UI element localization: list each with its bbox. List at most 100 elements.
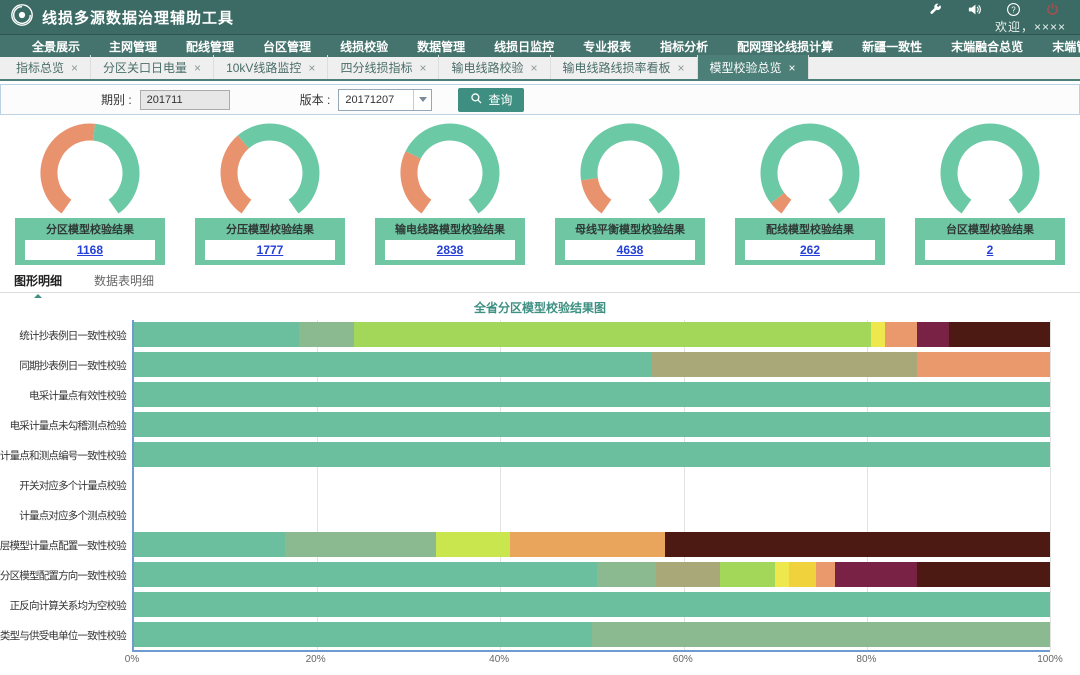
bar-segment (949, 322, 1050, 347)
donut-label: 输电线路模型校验结果 (375, 221, 525, 237)
nav-item-10[interactable]: 新疆一致性 (862, 38, 922, 55)
main-nav: 全景展示 主网管理 配线管理 台区管理 线损校验 数据管理 线损日监控 专业报表 指标分析 配网理… (0, 34, 1080, 57)
stacked-bar (134, 412, 1050, 437)
stacked-bar (134, 592, 1050, 617)
donut-value-box: 1168 (25, 240, 155, 260)
gauge-chart (209, 120, 331, 220)
doc-tab-5[interactable]: 输电线路线损率看板× (551, 55, 698, 79)
category-label: 关口类型与供受电单位一致性校验 (0, 620, 132, 650)
bar-segment (134, 562, 597, 587)
donut-value-box: 262 (745, 240, 875, 260)
stacked-bar (134, 562, 1050, 587)
nav-item-4[interactable]: 线损校验 (340, 38, 388, 55)
donut-label-band: 台区模型校验结果 2 (915, 218, 1065, 265)
close-icon[interactable]: × (71, 61, 78, 75)
category-label: 电采计量点和测点编号一致性校验 (0, 440, 132, 470)
nav-item-3[interactable]: 台区管理 (263, 38, 311, 55)
bar-segment (134, 532, 285, 557)
close-icon[interactable]: × (789, 61, 796, 75)
doc-tab-2[interactable]: 10kV线路监控 × (214, 55, 328, 79)
stacked-bar (134, 532, 1050, 557)
nav-item-5[interactable]: 数据管理 (417, 38, 465, 55)
close-icon[interactable]: × (419, 61, 426, 75)
donut-value-link[interactable]: 2838 (437, 243, 464, 257)
close-icon[interactable]: × (678, 61, 685, 75)
chart-category-axis: 统计抄表例日一致性校验同期抄表例日一致性校验电采计量点有效性校验电采计量点未勾稽… (0, 320, 132, 652)
search-button[interactable]: 查询 (458, 88, 524, 112)
donut-label: 台区模型校验结果 (915, 221, 1065, 237)
bar-segment (134, 352, 652, 377)
donut-value-link[interactable]: 262 (800, 243, 820, 257)
bar-row-3 (134, 410, 1050, 440)
bar-segment (510, 532, 666, 557)
category-label: 开关对应多个计量点校验 (0, 470, 132, 500)
power-icon[interactable] (1045, 2, 1060, 17)
donut-cell-2: 输电线路模型校验结果 2838 (360, 120, 540, 265)
nav-item-8[interactable]: 指标分析 (660, 38, 708, 55)
bar-segment (835, 562, 917, 587)
bar-segment (134, 622, 592, 647)
doc-tab-6[interactable]: 模型校验总览 × (698, 55, 809, 79)
stacked-bar (134, 322, 1050, 347)
bar-row-8 (134, 560, 1050, 590)
bar-row-10 (134, 620, 1050, 650)
detail-tab-0[interactable]: 图形明细 (12, 268, 64, 293)
bar-row-1 (134, 350, 1050, 380)
period-input[interactable] (140, 90, 230, 110)
donut-label: 配线模型校验结果 (735, 221, 885, 237)
nav-item-1[interactable]: 主网管理 (109, 38, 157, 55)
nav-item-2[interactable]: 配线管理 (186, 38, 234, 55)
main-nav-items: 全景展示 主网管理 配线管理 台区管理 线损校验 数据管理 线损日监控 专业报表 指标分析 配网理… (0, 38, 1080, 55)
doc-tab-label: 四分线损指标 (340, 59, 412, 76)
bar-segment (775, 562, 789, 587)
search-icon (470, 92, 483, 108)
x-tick-label: 0% (125, 654, 139, 665)
donut-value-link[interactable]: 2 (987, 243, 994, 257)
bar-row-7 (134, 530, 1050, 560)
doc-tab-4[interactable]: 输电线路校验× (439, 55, 550, 79)
bar-row-9 (134, 590, 1050, 620)
help-icon[interactable]: ? (1006, 2, 1021, 17)
close-icon[interactable]: × (308, 61, 315, 75)
x-tick-label: 40% (489, 654, 509, 665)
chart-x-axis: 0%20%40%60%80%100% (132, 652, 1050, 667)
app-header: 线损多源数据治理辅助工具 ? 欢迎，×××× (0, 0, 1080, 34)
bar-segment (134, 382, 1050, 407)
doc-tab-0[interactable]: 指标总览× (4, 55, 91, 79)
bar-segment (885, 322, 917, 347)
stacked-bar (134, 382, 1050, 407)
donut-value-link[interactable]: 1168 (77, 243, 103, 257)
detail-tabs: 图形明细 数据表明细 (0, 269, 1080, 293)
nav-item-12[interactable]: 末端管理指标 (1052, 38, 1080, 55)
chart-legend: 国网天津市电力公司国网天津城南公司国网天津城西公司国网天津东丽公司国网天津宝坻公… (0, 667, 1050, 675)
donut-value-link[interactable]: 4638 (617, 243, 644, 257)
donut-value-box: 4638 (565, 240, 695, 260)
bar-segment (592, 622, 1050, 647)
version-select[interactable]: 20171207 (338, 89, 432, 111)
detail-tab-1[interactable]: 数据表明细 (92, 268, 156, 293)
nav-item-6[interactable]: 线损日监控 (494, 38, 554, 55)
doc-tab-label: 模型校验总览 (710, 59, 782, 76)
close-icon[interactable]: × (194, 61, 201, 75)
donut-label: 分压模型校验结果 (195, 221, 345, 237)
wrench-icon[interactable] (928, 2, 943, 17)
nav-item-7[interactable]: 专业报表 (583, 38, 631, 55)
donut-value-link[interactable]: 1777 (257, 243, 284, 257)
donut-cell-4: 配线模型校验结果 262 (720, 120, 900, 265)
bar-row-4 (134, 440, 1050, 470)
nav-item-11[interactable]: 末端融合总览 (951, 38, 1023, 55)
gauge-chart (569, 120, 691, 220)
stacked-bar (134, 622, 1050, 647)
nav-item-9[interactable]: 配网理论线损计算 (737, 38, 833, 55)
bar-segment (816, 562, 834, 587)
x-tick-label: 20% (306, 654, 326, 665)
close-icon[interactable]: × (530, 61, 537, 75)
doc-tab-1[interactable]: 分区关口日电量× (91, 55, 214, 79)
bar-segment (720, 562, 775, 587)
speaker-icon[interactable] (967, 2, 982, 17)
doc-tab-label: 10kV线路监控 (226, 59, 301, 76)
app-logo-icon (10, 3, 34, 32)
doc-tab-3[interactable]: 四分线损指标 × (328, 55, 439, 79)
nav-item-0[interactable]: 全景展示 (32, 38, 80, 55)
version-label: 版本 : (300, 91, 331, 108)
